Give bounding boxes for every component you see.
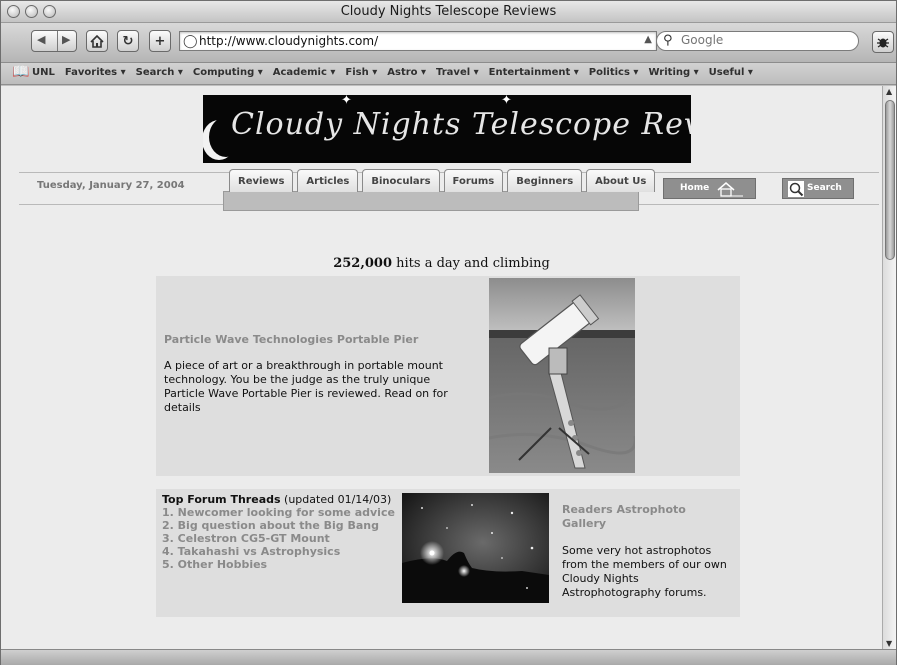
featured-review-description: A piece of art or a breakthrough in port… xyxy=(164,359,448,414)
bug-icon xyxy=(877,38,889,48)
back-arrow-icon[interactable]: ◀ xyxy=(37,33,45,46)
featured-review-title-link[interactable]: Particle Wave Technologies Portable Pier xyxy=(164,333,418,346)
site-home-button[interactable]: Home xyxy=(663,178,756,199)
address-bar[interactable]: ◯ http://www.cloudynights.com/ ▲ xyxy=(179,31,657,51)
browser-toolbar: ◀ ▶ ↻ + ◯ http://www.cloudynights.com/ ▲… xyxy=(1,23,896,63)
home-icon xyxy=(90,34,104,48)
forum-thread-link[interactable]: 1. Newcomer looking for some advice xyxy=(162,506,402,519)
home-button-label: Home xyxy=(680,183,710,193)
scroll-up-icon[interactable]: ▲ xyxy=(886,87,892,96)
astrophoto-image xyxy=(402,493,549,603)
reload-icon: ↻ xyxy=(122,33,134,49)
forum-thread-link[interactable]: 3. Celestron CG5-GT Mount xyxy=(162,532,402,545)
site-search-button[interactable]: Search xyxy=(782,178,854,199)
site-icon: ◯ xyxy=(183,34,198,49)
search-button-label: Search xyxy=(807,183,842,193)
magnifier-icon xyxy=(788,181,804,197)
nav-divider xyxy=(57,31,58,51)
search-icon[interactable]: ⚲ xyxy=(663,33,673,48)
telescope-on-pier-image xyxy=(489,278,635,473)
tab-subbar xyxy=(223,191,639,211)
bookmark-item[interactable]: Favorites ▾ xyxy=(65,67,126,78)
tab-forums[interactable]: Forums xyxy=(443,169,504,192)
astrophoto-gallery-link[interactable]: Readers Astrophoto Gallery xyxy=(562,503,732,531)
hits-suffix: hits a day and climbing xyxy=(396,256,550,271)
bookmarks-book-icon[interactable]: 📖 xyxy=(12,64,29,80)
bookmarks-bar: 📖 UNL Favorites ▾ Search ▾ Computing ▾ Acade… xyxy=(1,63,896,85)
bookmark-item[interactable]: Writing ▾ xyxy=(648,67,698,78)
scroll-down-icon[interactable]: ▼ xyxy=(886,639,892,648)
add-bookmark-button[interactable]: + xyxy=(149,30,171,52)
forum-updated: (updated 01/14/03) xyxy=(280,493,392,506)
forum-thread-link[interactable]: 2. Big question about the Big Bang xyxy=(162,519,402,532)
google-search-input[interactable] xyxy=(681,33,851,47)
forum-gallery-panel: Top Forum Threads (updated 01/14/03) 1. … xyxy=(156,489,740,617)
tab-articles[interactable]: Articles xyxy=(297,169,359,192)
forum-heading: Top Forum Threads xyxy=(162,493,281,506)
bookmark-item[interactable]: Fish ▾ xyxy=(345,67,377,78)
bookmark-item[interactable]: Academic ▾ xyxy=(273,67,336,78)
bookmark-item[interactable]: Useful ▾ xyxy=(709,67,753,78)
current-date: Tuesday, January 27, 2004 xyxy=(37,180,185,191)
vertical-scrollbar[interactable]: ▲ ▼ xyxy=(882,86,896,649)
bookmarks-list: UNL Favorites ▾ Search ▾ Computing ▾ Academi… xyxy=(32,67,753,78)
horsehead-nebula-photo[interactable] xyxy=(402,493,549,603)
bug-report-button[interactable] xyxy=(872,31,894,53)
reload-button[interactable]: ↻ xyxy=(117,30,139,52)
portable-pier-photo[interactable] xyxy=(489,278,635,473)
title-bar: Cloudy Nights Telescope Reviews xyxy=(1,1,896,23)
google-search-field[interactable]: ⚲ xyxy=(656,31,859,51)
forum-thread-link[interactable]: 4. Takahashi vs Astrophysics xyxy=(162,545,402,558)
page-viewport: ✦ ✦ Cloudy Nights Telescope Reviews Tues… xyxy=(1,86,882,649)
bookmark-item[interactable]: Travel ▾ xyxy=(436,67,479,78)
bookmark-item[interactable]: Astro ▾ xyxy=(387,67,426,78)
site-banner-logo[interactable]: ✦ ✦ Cloudy Nights Telescope Reviews xyxy=(203,95,691,163)
tab-about-us[interactable]: About Us xyxy=(586,169,656,192)
address-url[interactable]: http://www.cloudynights.com/ xyxy=(199,34,378,48)
browser-window: Cloudy Nights Telescope Reviews ◀ ▶ ↻ + … xyxy=(0,0,897,665)
bookmark-item[interactable]: Computing ▾ xyxy=(193,67,263,78)
hits-count: 252,000 xyxy=(333,256,392,271)
bookmark-item[interactable]: Politics ▾ xyxy=(589,67,639,78)
address-stepper-icon[interactable]: ▲ xyxy=(644,34,652,45)
site-nav-tabs: Reviews Articles Binoculars Forums Beginners… xyxy=(229,169,656,192)
bookmark-item[interactable]: Search ▾ xyxy=(136,67,183,78)
tab-beginners[interactable]: Beginners xyxy=(507,169,583,192)
back-forward-buttons[interactable]: ◀ ▶ xyxy=(31,30,77,52)
forum-thread-link[interactable]: 5. Other Hobbies xyxy=(162,558,402,571)
scrollbar-thumb[interactable] xyxy=(885,100,895,260)
top-forum-threads: Top Forum Threads (updated 01/14/03) 1. … xyxy=(162,493,402,571)
hits-counter: 252,000 hits a day and climbing xyxy=(1,256,882,271)
bookmark-item[interactable]: UNL xyxy=(32,67,55,78)
bookmark-item[interactable]: Entertainment ▾ xyxy=(489,67,579,78)
status-bar xyxy=(1,649,896,665)
house-icon xyxy=(717,182,743,197)
banner-text: Cloudy Nights Telescope Reviews xyxy=(231,107,691,142)
home-toolbar-button[interactable] xyxy=(86,30,108,52)
forward-arrow-icon[interactable]: ▶ xyxy=(62,33,70,46)
astrophoto-gallery-description: Some very hot astrophotos from the membe… xyxy=(562,544,727,599)
window-title: Cloudy Nights Telescope Reviews xyxy=(340,4,557,19)
thread-list: 1. Newcomer looking for some advice 2. Bi… xyxy=(162,506,402,571)
tab-binoculars[interactable]: Binoculars xyxy=(362,169,440,192)
featured-review-panel: Particle Wave Technologies Portable Pier… xyxy=(156,276,740,476)
tab-reviews[interactable]: Reviews xyxy=(229,169,294,192)
